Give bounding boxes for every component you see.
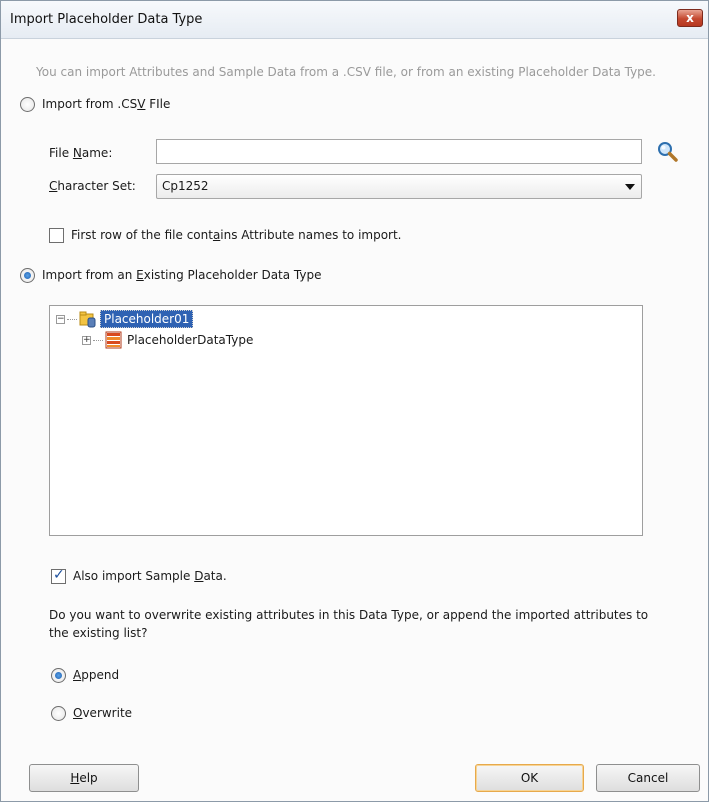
file-name-label: File Name:	[49, 146, 113, 160]
file-name-input[interactable]	[156, 139, 642, 164]
browse-button[interactable]	[656, 140, 680, 164]
collapse-icon[interactable]: −	[56, 314, 65, 324]
overwrite-label[interactable]: Overwrite	[73, 706, 132, 720]
character-set-select[interactable]: Cp1252	[156, 174, 642, 199]
import-csv-radio[interactable]	[20, 97, 35, 112]
help-button[interactable]: Help	[29, 764, 139, 792]
import-sample-data-checkbox[interactable]	[51, 567, 66, 584]
placeholder-tree[interactable]: − Placeholder01 + PlaceholderDataType	[49, 305, 643, 536]
append-radio[interactable]	[51, 668, 66, 683]
expand-icon[interactable]: +	[82, 335, 91, 345]
import-existing-label[interactable]: Import from an Existing Placeholder Data…	[42, 268, 321, 282]
first-row-label[interactable]: First row of the file contains Attribute…	[71, 228, 402, 242]
import-dialog: Import Placeholder Data Type x You can i…	[0, 0, 709, 802]
chevron-down-icon	[625, 184, 635, 190]
import-csv-label[interactable]: Import from .CSV FIle	[42, 97, 170, 111]
close-icon: x	[686, 11, 694, 25]
tree-node-placeholder01[interactable]: − Placeholder01	[56, 309, 194, 329]
data-type-icon	[105, 331, 123, 349]
tree-node-label: PlaceholderDataType	[127, 333, 254, 347]
overwrite-question: Do you want to overwrite existing attrib…	[49, 608, 649, 640]
append-label[interactable]: Append	[73, 668, 119, 682]
import-sample-data-label[interactable]: Also import Sample Data.	[73, 569, 227, 583]
search-icon	[658, 142, 678, 162]
character-set-label: Character Set:	[49, 179, 136, 193]
ok-button[interactable]: OK	[475, 764, 584, 792]
tree-node-label: Placeholder01	[100, 310, 194, 328]
overwrite-radio[interactable]	[51, 706, 66, 721]
title-bar[interactable]: Import Placeholder Data Type x	[1, 1, 708, 39]
close-button[interactable]: x	[677, 9, 703, 27]
folder-db-icon	[79, 310, 97, 328]
tree-node-placeholderdatatype[interactable]: + PlaceholderDataType	[82, 330, 253, 350]
cancel-button[interactable]: Cancel	[596, 764, 700, 792]
first-row-checkbox[interactable]	[49, 228, 64, 243]
instruction-text: You can import Attributes and Sample Dat…	[36, 65, 656, 79]
import-existing-radio[interactable]	[20, 268, 35, 283]
dialog-title: Import Placeholder Data Type	[10, 12, 203, 27]
